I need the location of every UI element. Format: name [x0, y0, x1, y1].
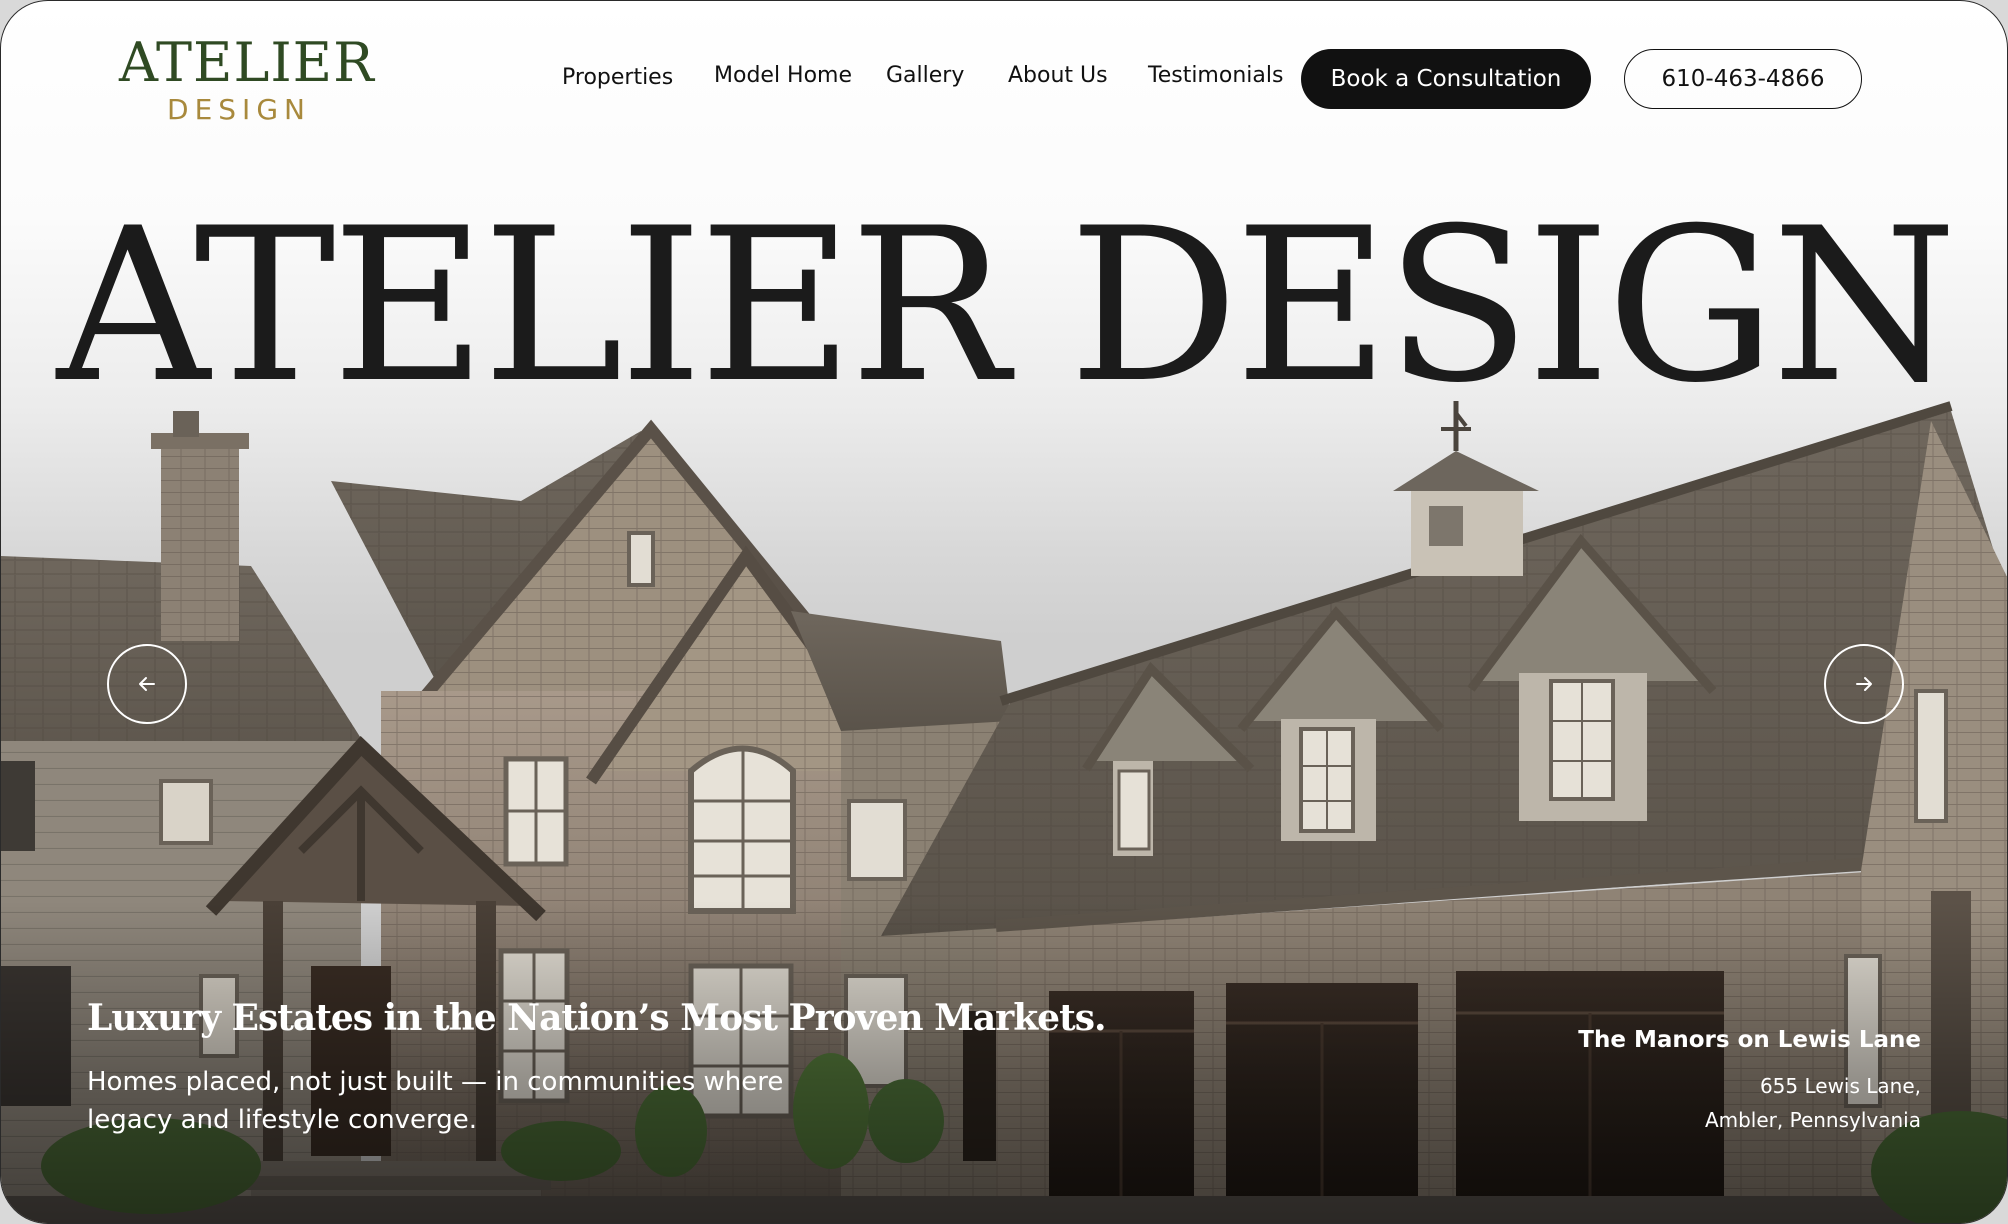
- property-name[interactable]: The Manors on Lewis Lane: [1501, 1025, 1921, 1055]
- arrow-right-icon: [1856, 677, 1872, 691]
- hero-subline: Homes placed, not just built — in commun…: [87, 1067, 784, 1135]
- property-address: 655 Lewis Lane, Ambler, Pennsylvania: [1501, 1069, 1921, 1137]
- carousel-prev-button[interactable]: [107, 644, 187, 724]
- page-frame: ATELIER DESIGN Properties Model Home Gal…: [0, 0, 2008, 1224]
- featured-property-caption: The Manors on Lewis Lane 655 Lewis Lane,…: [1501, 1025, 1921, 1137]
- carousel-next-button[interactable]: [1824, 644, 1904, 724]
- property-address-line1: 655 Lewis Lane,: [1759, 1074, 1921, 1098]
- arrow-left-icon: [139, 677, 155, 691]
- hero-tagline: Luxury Estates in the Nation’s Most Prov…: [87, 997, 1107, 1039]
- property-address-line2: Ambler, Pennsylvania: [1704, 1108, 1921, 1132]
- hero-title: ATELIER DESIGN: [56, 182, 1958, 429]
